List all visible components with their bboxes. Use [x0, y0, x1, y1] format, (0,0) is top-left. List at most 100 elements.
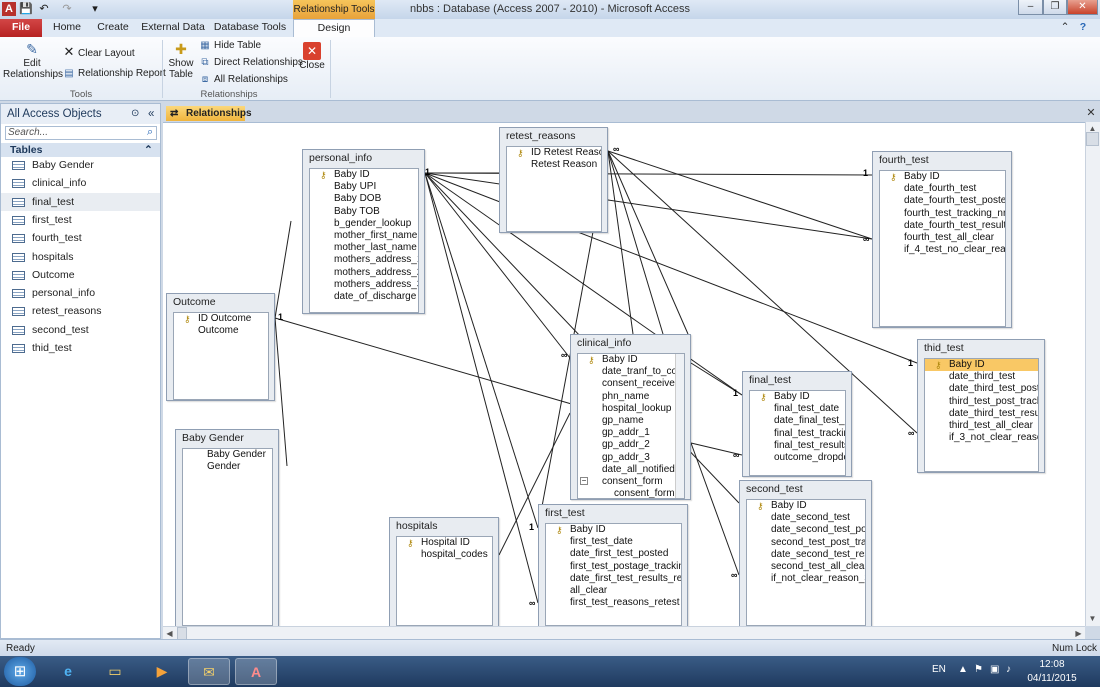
field-row[interactable]: b_gender_lookup: [310, 218, 418, 230]
table-title[interactable]: hospitals: [396, 520, 437, 532]
field-row[interactable]: hospital_codes: [397, 549, 492, 561]
field-list[interactable]: ⚷ ID Outcome Outcome: [173, 312, 269, 400]
field-row[interactable]: date_first_test_results_receive: [546, 573, 681, 585]
field-row[interactable]: all_clear: [546, 585, 681, 597]
nav-table-final_test[interactable]: final_test: [1, 192, 160, 211]
network-icon[interactable]: ▣: [990, 664, 999, 675]
access-taskbar-icon[interactable]: A: [235, 658, 277, 685]
field-row[interactable]: gp_addr_2: [578, 439, 684, 451]
field-list[interactable]: Baby Gender Gender: [182, 448, 273, 626]
table-clinical-info[interactable]: clinical_info ⚷ Baby ID date_tranf_to_com co…: [570, 334, 691, 500]
field-row[interactable]: − consent_form: [578, 476, 684, 488]
ie-taskbar-icon[interactable]: e: [47, 658, 89, 685]
table-title[interactable]: thid_test: [924, 342, 964, 354]
field-row[interactable]: ⚷ Hospital ID: [397, 537, 492, 549]
minimize-button[interactable]: –: [1018, 0, 1043, 15]
relationship-line[interactable]: [274, 220, 292, 319]
edit-relationships-button[interactable]: ✎ Edit Relationships: [3, 40, 63, 80]
nav-search-input[interactable]: Search...: [5, 126, 157, 140]
field-list[interactable]: ⚷ Baby ID first_test_date date_first_test_p…: [545, 523, 682, 626]
table-title[interactable]: Baby Gender: [182, 432, 244, 444]
tab-database-tools[interactable]: Database Tools: [212, 19, 288, 37]
tab-external-data[interactable]: External Data: [140, 19, 206, 37]
all-relationships-button[interactable]: ⧈ All Relationships: [199, 73, 288, 87]
field-row[interactable]: date_tranf_to_com: [578, 366, 684, 378]
start-button[interactable]: ⊞: [4, 657, 36, 686]
field-row[interactable]: hospital_lookup: [578, 403, 684, 415]
scroll-down-icon[interactable]: ▼: [1086, 612, 1099, 625]
field-list[interactable]: ⚷Baby IDfinal_test_datedate_final_test_p…: [749, 390, 846, 476]
relationship-line[interactable]: [690, 442, 740, 576]
tab-file[interactable]: File: [0, 19, 42, 37]
field-row[interactable]: ⚷ ID Outcome: [174, 313, 268, 325]
show-table-button[interactable]: ✚ Show Table: [165, 40, 197, 80]
field-row[interactable]: date_second_test_postag: [747, 524, 865, 536]
field-row[interactable]: ⚷ Baby ID: [546, 524, 681, 536]
field-row[interactable]: ⚷ Baby ID: [750, 391, 845, 403]
field-row[interactable]: first_test_reasons_retest: [546, 597, 681, 609]
hide-table-button[interactable]: ▦ Hide Table: [199, 39, 261, 53]
field-row[interactable]: ⚷ID Retest Reason: [507, 147, 601, 159]
shutter-collapse-icon[interactable]: «: [148, 104, 154, 124]
field-list[interactable]: ⚷ Baby ID date_third_test date_third_test_p…: [924, 358, 1039, 472]
field-row[interactable]: ⚷ Baby ID: [747, 500, 865, 512]
field-row[interactable]: second_test_all_clear: [747, 561, 865, 573]
nav-table-first_test[interactable]: first_test: [1, 211, 160, 229]
field-row[interactable]: Baby UPI: [310, 181, 418, 193]
table-thid-test[interactable]: thid_test ⚷ Baby ID date_third_test date_thi…: [917, 339, 1045, 473]
section-collapse-icon[interactable]: ⌃: [144, 143, 153, 157]
field-row[interactable]: Baby DOB: [310, 193, 418, 205]
table-hospitals[interactable]: hospitals ⚷ Hospital ID hospital_codes: [389, 517, 499, 626]
collapse-field-icon[interactable]: −: [580, 476, 588, 485]
clock-date[interactable]: 04/11/2015: [1022, 673, 1082, 684]
field-row[interactable]: Outcome: [174, 325, 268, 337]
scroll-thumb[interactable]: [1086, 132, 1099, 146]
field-row[interactable]: if_4_test_no_clear_reason_: [880, 244, 1005, 256]
field-list[interactable]: ⚷ID Retest ReasonRetest Reason: [506, 146, 602, 232]
field-row[interactable]: second_test_post_trackin: [747, 537, 865, 549]
close-relationships-button[interactable]: ✕ Close: [297, 42, 327, 71]
field-row[interactable]: mother_last_name: [310, 242, 418, 254]
relationship-report-button[interactable]: ▤ Relationship Report: [63, 67, 166, 81]
field-row[interactable]: ⚷ Baby ID: [925, 359, 1038, 372]
table-title[interactable]: Outcome: [173, 296, 216, 308]
field-row[interactable]: date_fourth_test_results_re: [880, 220, 1005, 232]
table-second-test[interactable]: second_test ⚷ Baby ID date_second_test date_…: [739, 480, 872, 626]
field-row[interactable]: date_of_discharge: [310, 291, 418, 303]
field-row[interactable]: ⚷ Baby ID: [578, 354, 684, 366]
direct-relationships-button[interactable]: ⧉ Direct Relationships: [199, 56, 303, 70]
field-list[interactable]: ⚷ Hospital ID hospital_codes: [396, 536, 493, 626]
language-indicator[interactable]: EN: [932, 664, 946, 675]
horizontal-scrollbar[interactable]: ◀ ▶: [163, 626, 1085, 640]
field-row[interactable]: consent_received: [578, 378, 684, 390]
relationship-line[interactable]: [424, 172, 873, 176]
field-row[interactable]: mothers_address_3: [310, 279, 418, 291]
outlook-taskbar-icon[interactable]: ✉: [188, 658, 230, 685]
nav-table-hospitals[interactable]: hospitals: [1, 248, 160, 266]
tables-section-header[interactable]: Tables ⌃: [1, 143, 160, 157]
field-row[interactable]: date_final_test_pos: [750, 415, 845, 427]
flag-icon[interactable]: ⚑: [974, 664, 983, 675]
clock-time[interactable]: 12:08: [1022, 659, 1082, 670]
field-row[interactable]: date_third_test_results_: [925, 408, 1038, 420]
field-row[interactable]: gp_name: [578, 415, 684, 427]
field-row[interactable]: third_test_post_tracking: [925, 396, 1038, 408]
volume-icon[interactable]: ♪: [1006, 664, 1011, 675]
field-row[interactable]: final_test_results_re: [750, 440, 845, 452]
table-title[interactable]: fourth_test: [879, 154, 929, 166]
table-final-test[interactable]: final_test ⚷ Baby ID final_test_date date_fi…: [742, 371, 852, 477]
field-row[interactable]: Retest Reason: [507, 159, 601, 171]
table-title[interactable]: first_test: [545, 507, 585, 519]
relationship-line[interactable]: [607, 150, 873, 240]
field-row[interactable]: phn_name: [578, 391, 684, 403]
nav-table-thid_test[interactable]: thid_test: [1, 339, 160, 357]
field-list[interactable]: ⚷ Baby ID Baby UPI Baby DOB Baby TOB b_gender…: [309, 168, 419, 313]
nav-table-outcome[interactable]: Outcome: [1, 266, 160, 284]
field-row[interactable]: mother_first_name: [310, 230, 418, 242]
field-row[interactable]: date_first_test_posted: [546, 548, 681, 560]
field-row[interactable]: mothers_address_1: [310, 254, 418, 266]
relationship-line[interactable]: [274, 317, 576, 406]
field-row[interactable]: date_second_test_results: [747, 549, 865, 561]
field-row[interactable]: date_all_notified: [578, 464, 684, 476]
relationship-line[interactable]: [424, 172, 873, 240]
